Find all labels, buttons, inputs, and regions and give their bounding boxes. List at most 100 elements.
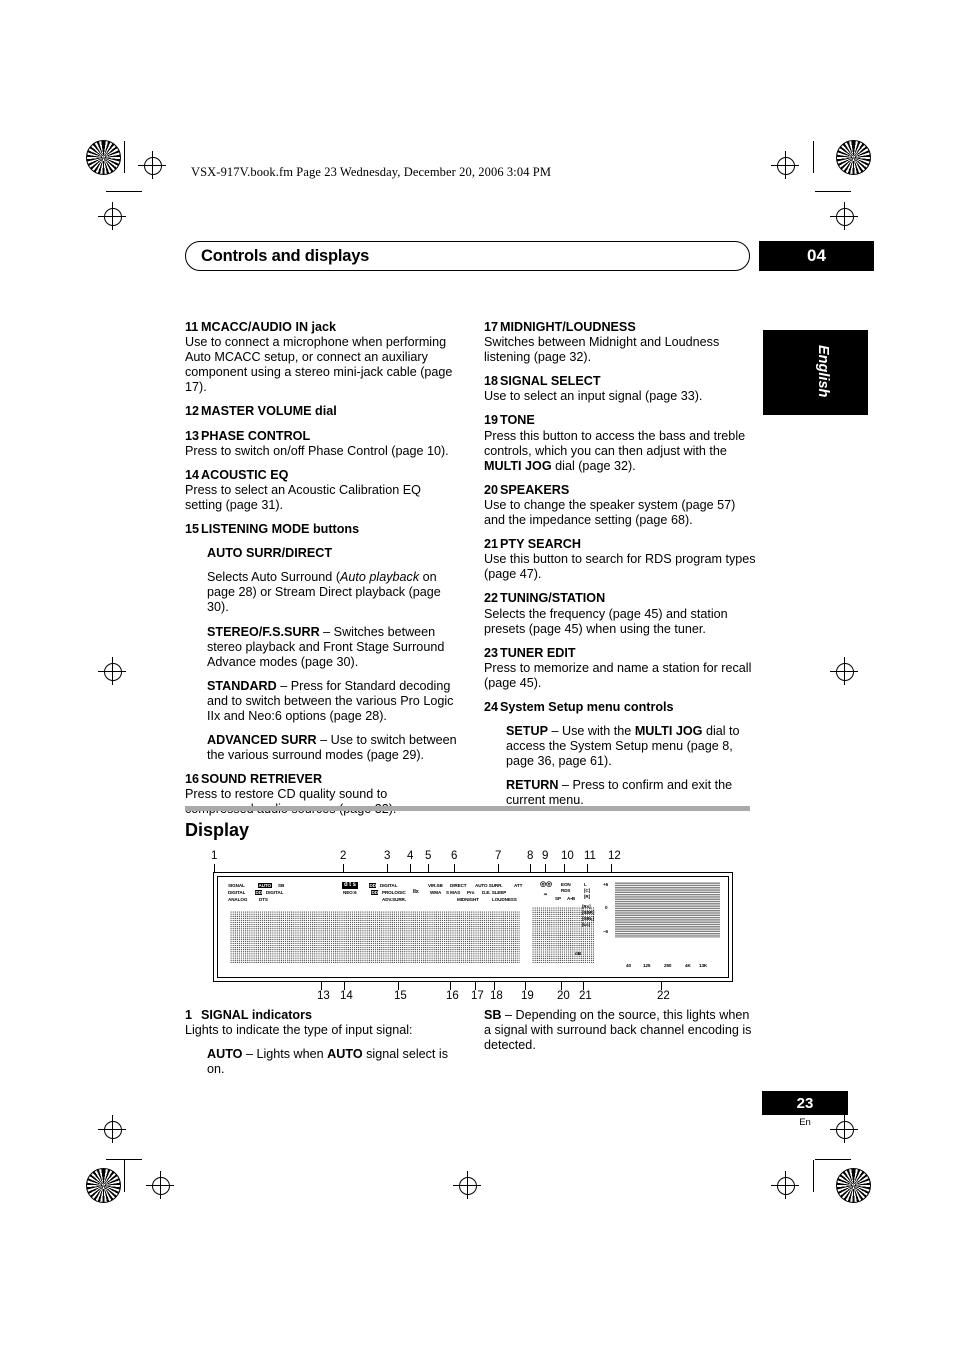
label-direct: DIRECT xyxy=(450,883,467,888)
label-analog: ANALOG xyxy=(228,897,248,902)
item-paragraph: SB – Depending on the source, this light… xyxy=(484,1008,752,1053)
callout-leader-top xyxy=(545,864,546,872)
item-heading: 12 MASTER VOLUME dial xyxy=(185,404,337,419)
item-number: 23 xyxy=(484,645,499,660)
page-language-code: En xyxy=(799,1117,811,1128)
callout-leader-bottom xyxy=(661,982,662,990)
label-digital-1: DIGITAL xyxy=(228,890,246,895)
callout-top-3: 3 xyxy=(384,850,391,862)
callout-leader-bottom xyxy=(583,982,584,990)
item-number: 21 xyxy=(484,537,499,552)
item-heading: 23 TUNER EDIT xyxy=(484,645,576,660)
item-heading: 20 SPEAKERS xyxy=(484,482,570,497)
label-sb: SB xyxy=(278,883,285,888)
callout-leader-bottom xyxy=(398,982,399,990)
label-pro: Pro xyxy=(467,890,475,895)
label-scale-zero: 0 xyxy=(605,905,608,910)
crop-crosshair-right-upper xyxy=(830,202,858,230)
eq-bar-matrix xyxy=(615,882,720,938)
callout-top-11: 11 xyxy=(584,850,596,862)
callout-leader-top xyxy=(587,864,588,872)
crop-line-bl-h xyxy=(106,1159,142,1160)
callout-leader-bottom xyxy=(450,982,451,990)
callout-bottom-20: 20 xyxy=(557,990,570,1002)
item-number: 13 xyxy=(185,428,200,443)
label-vir-sb: VIR.SB xyxy=(428,883,443,888)
callout-top-2: 2 xyxy=(340,850,347,862)
crop-crosshair-bottom-center xyxy=(453,1171,481,1199)
item-paragraph: Use to select an input signal (page 33). xyxy=(484,389,703,404)
item-sub-paragraph: STEREO/F.S.SURR – Switches between stere… xyxy=(207,624,445,669)
label-s-mas: S MAS xyxy=(446,890,461,895)
display-section-rule xyxy=(185,806,750,811)
label-ch-r: [R] xyxy=(584,894,591,899)
crop-crosshair-right-mid xyxy=(830,657,858,685)
label-freq-13k: 13K xyxy=(699,963,708,968)
item-number: 16 xyxy=(185,772,200,787)
item-heading: 19 TONE xyxy=(484,413,535,428)
item-paragraph: Use to connect a microphone when perform… xyxy=(185,335,453,395)
main-character-display xyxy=(230,911,520,963)
registration-mark-bottom-right xyxy=(836,1168,871,1203)
label-sp: SP xyxy=(555,896,561,901)
label-digital-2: DIGITAL xyxy=(266,890,284,895)
callout-top-1: 1 xyxy=(211,850,218,862)
callout-leader-top xyxy=(564,864,565,872)
label-neo6: NEO:6 xyxy=(343,890,357,895)
item-sub-paragraph: SETUP – Use with the MULTI JOG dial to a… xyxy=(506,724,740,769)
callout-leader-bottom xyxy=(494,982,495,990)
item-heading: 17 MIDNIGHT/LOUDNESS xyxy=(484,320,636,334)
item-sub-paragraph: RETURN – Press to confirm and exit the c… xyxy=(506,778,733,808)
item-paragraph: Press to memorize and name a station for… xyxy=(484,660,752,690)
callout-leader-bottom xyxy=(321,982,322,990)
section-title-bar: Controls and displays xyxy=(185,241,750,271)
label-dolby-logo-1: DD xyxy=(255,889,263,895)
item-heading: 16 SOUND RETRIEVER xyxy=(185,772,323,787)
label-db: dB xyxy=(575,951,581,956)
crop-line-tr-v xyxy=(813,141,814,173)
crop-crosshair-left-mid xyxy=(98,657,126,685)
label-dolby-logo-2: DD xyxy=(369,882,377,888)
item-number: 11 xyxy=(185,320,199,334)
item-paragraph: Press to restore CD quality sound to com… xyxy=(185,787,396,816)
callout-leader-top xyxy=(454,864,455,872)
item-subheading: AUTO SURR/DIRECT xyxy=(207,546,333,561)
front-panel-display-graphic: SIGNAL AUTO SB DIGITAL DD DIGITAL ANALOG… xyxy=(213,872,733,982)
registration-mark-bottom-left xyxy=(86,1168,121,1203)
callout-top-9: 9 xyxy=(542,850,549,862)
callout-leader-top xyxy=(214,864,215,872)
item-paragraph: Lights to indicate the type of input sig… xyxy=(185,1023,413,1038)
item-paragraph: Press to switch on/off Phase Control (pa… xyxy=(185,443,449,458)
item-heading: 21 PTY SEARCH xyxy=(484,537,581,552)
label-dolby-logo-3: DD xyxy=(371,889,379,895)
volume-numeric-display xyxy=(532,907,594,963)
item-number: 24 xyxy=(484,699,499,714)
item-number: 19 xyxy=(484,413,499,428)
label-dts-badge: d t s xyxy=(342,882,358,890)
label-auto: AUTO xyxy=(258,882,272,888)
item-number: 12 xyxy=(185,404,200,419)
display-section-title: Display xyxy=(185,820,250,840)
callout-leader-top xyxy=(611,864,612,872)
item-sub-paragraph: Selects Auto Surround (Auto playback on … xyxy=(207,570,441,615)
label-digital-3: DIGITAL xyxy=(380,883,398,888)
label-eon: EON xyxy=(561,882,571,887)
label-freq-4k: 4K xyxy=(685,963,691,968)
callout-top-12: 12 xyxy=(608,850,621,862)
crop-crosshair-bottom-right xyxy=(771,1171,799,1199)
label-att: ATT xyxy=(514,883,523,888)
registration-mark-top-left xyxy=(86,140,121,175)
label-loudness: LOUDNESS xyxy=(492,897,517,902)
item-heading: 18 SIGNAL SELECT xyxy=(484,374,601,389)
label-dts: DTS xyxy=(259,897,268,902)
label-freq-125: 125 xyxy=(643,963,651,968)
callout-bottom-21: 21 xyxy=(579,990,592,1002)
callout-leader-bottom xyxy=(344,982,345,990)
callout-top-8: 8 xyxy=(527,850,534,862)
item-number: 17 xyxy=(484,320,499,334)
callout-bottom-15: 15 xyxy=(394,990,407,1002)
item-number: 1 xyxy=(185,1008,193,1022)
item-paragraph: Use to change the speaker system (page 5… xyxy=(484,497,736,528)
item-sub-paragraph: AUTO – Lights when AUTO signal select is… xyxy=(207,1047,449,1077)
item-number: 22 xyxy=(484,591,499,606)
